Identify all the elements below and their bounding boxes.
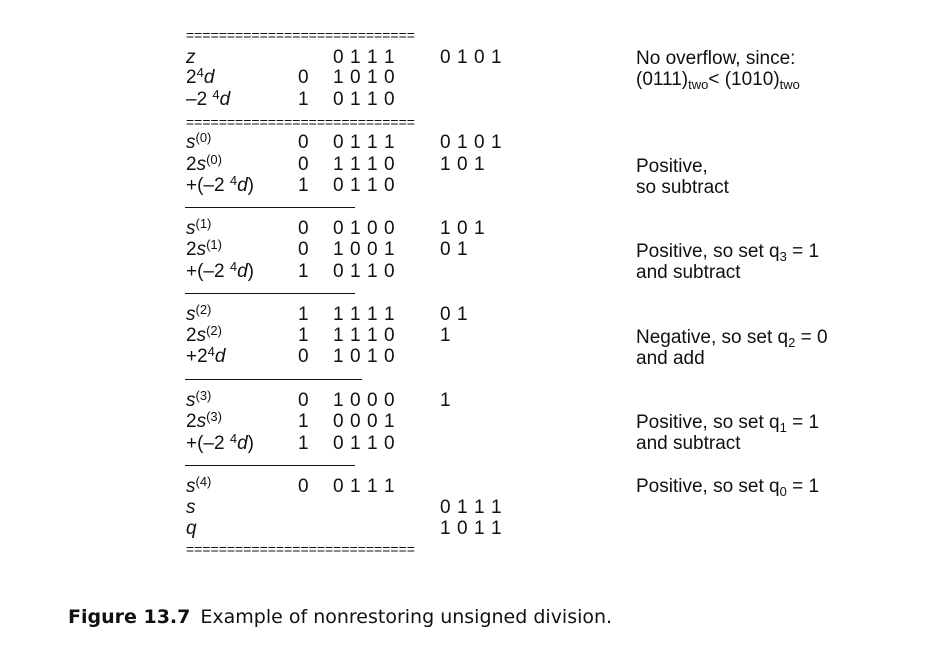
figure-caption-text: Example of nonrestoring unsigned divisio… <box>200 606 613 628</box>
bits-lo-2s2: 1 <box>440 325 451 346</box>
row-label-24d: 24d <box>186 65 215 88</box>
bits-lo-2s1: 01 <box>440 239 468 260</box>
note-step2: Negative, so set q2 = 0 and add <box>636 327 828 369</box>
bits-hi-2s0: 1110 <box>333 154 395 175</box>
row-label-2s3: 2s(3) <box>186 409 222 432</box>
bits-lo-s2: 01 <box>440 304 468 325</box>
bits-sign-2s3: 1 <box>298 411 309 432</box>
bits-sign-s2: 1 <box>298 304 309 325</box>
bits-hi-s0: 0111 <box>333 132 395 153</box>
row-label-add2: +24d <box>186 344 226 367</box>
bits-sign-neg24d: 1 <box>298 89 309 110</box>
bits-lo-s0: 0101 <box>440 132 502 153</box>
bits-sign-s3: 0 <box>298 390 309 411</box>
separator-middle: ============================ <box>186 116 415 129</box>
bits-hi-add3: 0110 <box>333 433 395 454</box>
row-label-s2: s(2) <box>186 302 212 325</box>
row-label-s4: s(4) <box>186 474 212 497</box>
row-label-neg24d: –2 4d <box>186 87 231 110</box>
bits-sign-s4: 0 <box>298 476 309 497</box>
step-rule-1 <box>185 207 355 208</box>
row-label-2s2: 2s(2) <box>186 323 222 346</box>
bits-hi-s1: 0100 <box>333 218 395 239</box>
bits-sign-2s1: 0 <box>298 239 309 260</box>
step-rule-4 <box>185 465 355 466</box>
row-label-s0: s(0) <box>186 130 212 153</box>
bits-hi-2s1: 1001 <box>333 239 395 260</box>
bits-hi-24d: 1010 <box>333 67 395 88</box>
separator-bottom: ============================ <box>186 543 415 556</box>
bits-sign-add0: 1 <box>298 175 309 196</box>
bits-hi-add2: 1010 <box>333 346 395 367</box>
bits-lo-q: 1011 <box>440 518 502 539</box>
note-step1: Positive, so set q3 = 1 and subtract <box>636 241 820 283</box>
bits-sign-s0: 0 <box>298 132 309 153</box>
bits-sign-24d: 0 <box>298 67 309 88</box>
separator-top: ============================ <box>186 29 415 42</box>
bits-hi-2s3: 0001 <box>333 411 395 432</box>
bits-sign-add1: 1 <box>298 261 309 282</box>
row-label-q: q <box>186 518 197 539</box>
bits-hi-add1: 0110 <box>333 261 395 282</box>
row-label-z: z <box>186 47 196 68</box>
figure-number: Figure 13.7 <box>68 606 191 628</box>
figure-caption: Figure 13.7 Example of nonrestoring unsig… <box>68 606 612 628</box>
bits-sign-add2: 0 <box>298 346 309 367</box>
bits-hi-s4: 0111 <box>333 476 395 497</box>
note-overflow: No overflow, since: (0111)two< (1010)two <box>636 48 800 92</box>
bits-hi-neg24d: 0110 <box>333 89 395 110</box>
bits-sign-2s2: 1 <box>298 325 309 346</box>
bits-hi-2s2: 1110 <box>333 325 395 346</box>
row-label-s3: s(3) <box>186 388 212 411</box>
step-rule-2 <box>185 293 355 294</box>
row-label-add1: +(–2 4d) <box>186 259 254 282</box>
bits-lo-z: 0101 <box>440 47 502 68</box>
bits-hi-s2: 1111 <box>333 304 395 325</box>
bits-lo-2s0: 101 <box>440 154 485 175</box>
bits-lo-s1: 101 <box>440 218 485 239</box>
bits-hi-s3: 1000 <box>333 390 395 411</box>
bits-hi-z: 0111 <box>333 47 395 68</box>
row-label-2s1: 2s(1) <box>186 237 222 260</box>
bits-lo-s: 0111 <box>440 497 502 518</box>
bits-sign-s1: 0 <box>298 218 309 239</box>
bits-sign-2s0: 0 <box>298 154 309 175</box>
bits-sign-add3: 1 <box>298 433 309 454</box>
row-label-2s0: 2s(0) <box>186 152 222 175</box>
row-label-add0: +(–2 4d) <box>186 173 254 196</box>
row-label-s1: s(1) <box>186 216 212 239</box>
bits-hi-add0: 0110 <box>333 175 395 196</box>
row-label-s: s <box>186 497 196 518</box>
note-step3: Positive, so set q1 = 1 and subtract <box>636 412 820 454</box>
note-step0: Positive, so subtract <box>636 156 729 198</box>
step-rule-3 <box>185 379 362 380</box>
note-step4: Positive, so set q0 = 1 <box>636 476 820 499</box>
row-label-add3: +(–2 4d) <box>186 431 254 454</box>
bits-lo-s3: 1 <box>440 390 451 411</box>
